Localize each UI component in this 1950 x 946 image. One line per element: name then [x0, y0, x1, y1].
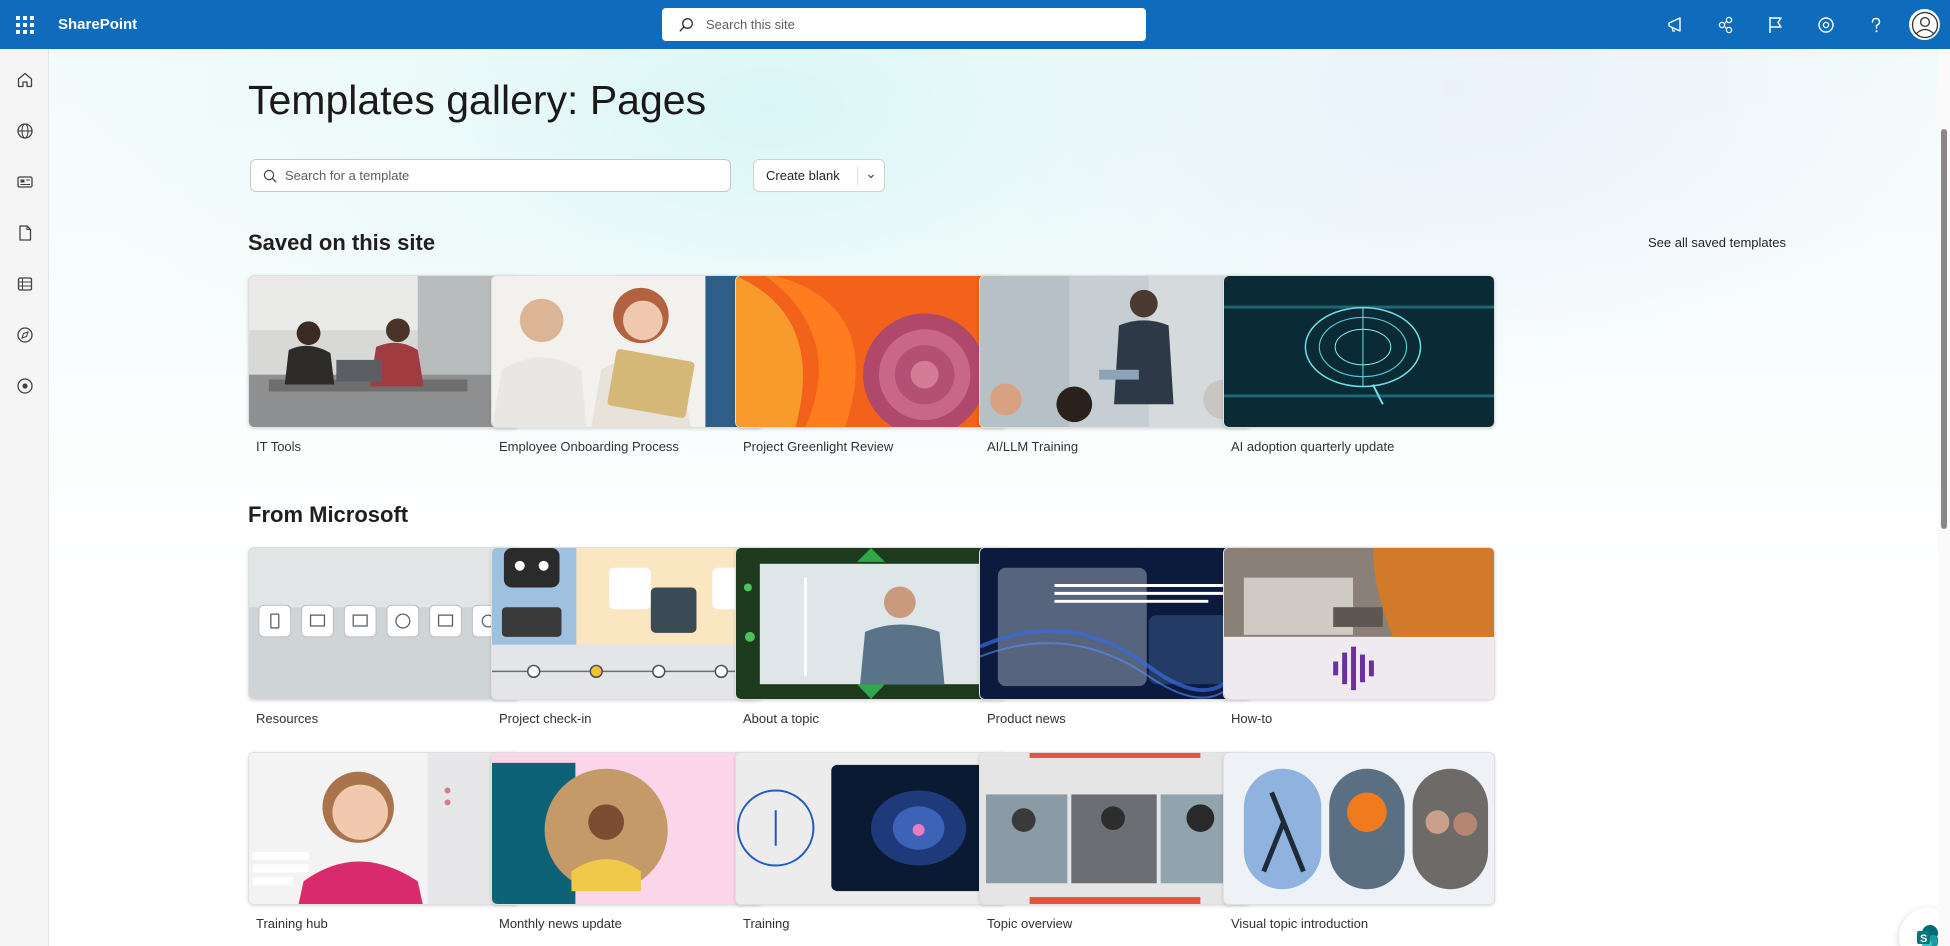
template-card[interactable]: IT Tools	[248, 275, 520, 454]
template-title: Resources	[256, 711, 319, 726]
explore-icon[interactable]	[0, 309, 49, 360]
training-template	[735, 752, 1007, 905]
template-title: Project Greenlight Review	[743, 439, 894, 454]
home-icon[interactable]	[0, 54, 49, 105]
sharepoint-logo-icon: S	[1917, 925, 1938, 946]
team-tablet-photo	[491, 275, 763, 428]
digital-brain-photo	[1223, 275, 1495, 428]
settings-icon[interactable]	[1801, 0, 1851, 49]
template-title: About a topic	[743, 711, 819, 726]
template-card[interactable]: Project check-in	[491, 547, 763, 726]
create-icon[interactable]	[0, 360, 49, 411]
globe-icon[interactable]	[0, 105, 49, 156]
see-all-saved-templates-link[interactable]: See all saved templates	[1586, 235, 1786, 250]
microsoft-section-title: From Microsoft	[248, 502, 409, 527]
template-card[interactable]: Visual topic introduction	[1223, 752, 1495, 931]
laptop-audio-template	[1223, 547, 1495, 700]
flag-icon[interactable]	[1751, 0, 1801, 49]
training-hub-template	[248, 752, 520, 905]
template-card[interactable]: AI adoption quarterly update	[1223, 275, 1495, 454]
scrollbar-thumb[interactable]	[1941, 129, 1947, 529]
chevron-down-icon[interactable]	[858, 171, 884, 181]
megaphone-icon[interactable]	[1651, 0, 1701, 49]
template-title: How-to	[1231, 711, 1273, 726]
template-title: Monthly news update	[499, 916, 622, 931]
template-title: AI adoption quarterly update	[1231, 439, 1395, 454]
search-icon	[263, 169, 277, 182]
office-meeting-photo	[248, 275, 520, 428]
template-title: Visual topic introduction	[1231, 916, 1369, 931]
engineer-photo-template	[735, 547, 1007, 700]
app-name[interactable]: SharePoint	[58, 16, 137, 33]
template-title: Project check-in	[499, 711, 592, 726]
template-card[interactable]: Monthly news update	[491, 752, 763, 931]
left-app-bar	[0, 49, 49, 946]
template-card[interactable]: Employee Onboarding Process	[491, 275, 763, 454]
template-card[interactable]: Training hub	[248, 752, 520, 931]
presentation-room-photo	[979, 275, 1251, 428]
app-launcher-icon[interactable]	[0, 0, 49, 49]
template-title: AI/LLM Training	[987, 439, 1079, 454]
saved-section-title: Saved on this site	[248, 230, 436, 255]
account-icon[interactable]	[1909, 9, 1940, 40]
product-news-template	[979, 547, 1251, 700]
template-title: Employee Onboarding Process	[499, 439, 679, 454]
list-icon[interactable]	[0, 258, 49, 309]
abstract-swirl-photo	[735, 275, 1007, 428]
template-card[interactable]: How-to	[1223, 547, 1495, 726]
monthly-news-template	[491, 752, 763, 905]
create-blank-button[interactable]: Create blank	[753, 159, 885, 192]
template-search-box[interactable]	[250, 159, 731, 192]
suite-bar: SharePoint	[0, 0, 1950, 49]
template-card[interactable]: Training	[735, 752, 1007, 931]
project-timeline-template	[491, 547, 763, 700]
template-card[interactable]: Project Greenlight Review	[735, 275, 1007, 454]
vertical-scrollbar[interactable]	[1938, 49, 1950, 946]
template-title: Topic overview	[987, 916, 1073, 931]
site-search-box[interactable]	[662, 8, 1146, 41]
template-title: IT Tools	[256, 439, 302, 454]
template-title: Training hub	[256, 916, 328, 931]
main-content: Templates gallery: Pages Create blank Sa…	[49, 49, 1938, 946]
topic-overview-template	[979, 752, 1251, 905]
share-network-icon[interactable]	[1701, 0, 1751, 49]
template-card[interactable]: AI/LLM Training	[979, 275, 1251, 454]
template-search-input[interactable]	[285, 168, 725, 183]
resources-template	[248, 547, 520, 700]
template-card[interactable]: About a topic	[735, 547, 1007, 726]
page-title: Templates gallery: Pages	[248, 77, 707, 123]
document-icon[interactable]	[0, 207, 49, 258]
search-icon	[679, 17, 693, 32]
help-icon[interactable]	[1851, 0, 1901, 49]
template-title: Product news	[987, 711, 1066, 726]
site-search-input[interactable]	[706, 17, 1126, 32]
create-blank-label[interactable]: Create blank	[754, 168, 857, 183]
sharepoint-copilot-button[interactable]: S	[1899, 908, 1938, 946]
template-card[interactable]: Product news	[979, 547, 1251, 726]
news-icon[interactable]	[0, 156, 49, 207]
visual-topic-template	[1223, 752, 1495, 905]
template-title: Training	[743, 916, 790, 931]
template-card[interactable]: Resources	[248, 547, 520, 726]
svg-text:S: S	[1920, 933, 1927, 945]
template-card[interactable]: Topic overview	[979, 752, 1251, 931]
